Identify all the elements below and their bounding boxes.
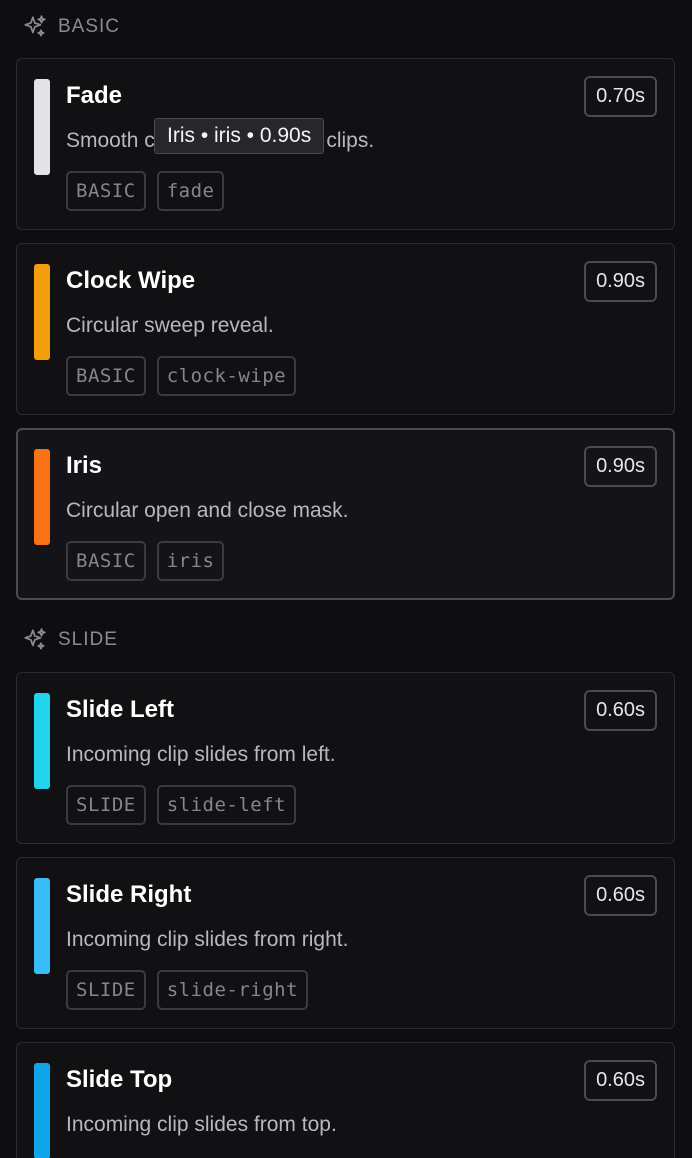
- duration-badge: 0.60s: [584, 1060, 657, 1101]
- duration-badge: 0.60s: [584, 690, 657, 731]
- color-swatch: [34, 693, 50, 789]
- duration-badge: 0.90s: [584, 261, 657, 302]
- duration-badge: 0.70s: [584, 76, 657, 117]
- duration-badge: 0.90s: [584, 446, 657, 487]
- card-title: Slide Left: [66, 696, 175, 723]
- color-swatch: [34, 878, 50, 974]
- category-tag: SLIDE: [66, 970, 146, 1010]
- card-title: Clock Wipe: [66, 267, 196, 294]
- category-tag: BASIC: [66, 171, 146, 211]
- section-header-slide: SLIDE: [22, 625, 118, 655]
- tag-list: BASIC fade: [66, 171, 225, 211]
- tag-list: BASIC iris: [66, 541, 225, 581]
- card-title: Slide Top: [66, 1066, 173, 1093]
- section-label: SLIDE: [58, 629, 118, 650]
- transition-card-slide-right[interactable]: Slide Right Incoming clip slides from ri…: [16, 857, 675, 1029]
- transition-card-clock-wipe[interactable]: Clock Wipe Circular sweep reveal. 0.90s …: [16, 243, 675, 415]
- section-header-basic: BASIC: [22, 12, 120, 42]
- sparkles-icon: [22, 14, 48, 40]
- tag-list: BASIC clock-wipe: [66, 356, 297, 396]
- card-title: Iris: [66, 452, 103, 479]
- card-title: Fade: [66, 82, 123, 109]
- sparkles-icon: [22, 627, 48, 653]
- card-description: Incoming clip slides from top.: [66, 1113, 337, 1136]
- color-swatch: [34, 449, 50, 545]
- transitions-panel: BASIC Fade Smooth crossfade between clip…: [0, 0, 692, 1158]
- id-tag: slide-right: [156, 970, 309, 1010]
- transition-card-slide-top[interactable]: Slide Top Incoming clip slides from top.…: [16, 1042, 675, 1158]
- tag-list: SLIDE slide-right: [66, 970, 309, 1010]
- transition-card-iris[interactable]: Iris Circular open and close mask. 0.90s…: [16, 428, 675, 600]
- id-tag: clock-wipe: [156, 356, 297, 396]
- card-title: Slide Right: [66, 881, 192, 908]
- hover-tooltip: Iris • iris • 0.90s: [154, 118, 325, 154]
- transition-card-slide-left[interactable]: Slide Left Incoming clip slides from lef…: [16, 672, 675, 844]
- card-description: Incoming clip slides from left.: [66, 743, 336, 766]
- color-swatch: [34, 79, 50, 175]
- card-description: Circular open and close mask.: [66, 499, 349, 522]
- card-description: Circular sweep reveal.: [66, 314, 274, 337]
- section-label: BASIC: [58, 16, 121, 37]
- id-tag: slide-left: [156, 785, 297, 825]
- transition-card-fade[interactable]: Fade Smooth crossfade between clips. 0.7…: [16, 58, 675, 230]
- color-swatch: [34, 1063, 50, 1158]
- category-tag: BASIC: [66, 356, 146, 396]
- tag-list: SLIDE slide-left: [66, 785, 297, 825]
- category-tag: BASIC: [66, 541, 146, 581]
- duration-badge: 0.60s: [584, 875, 657, 916]
- id-tag: iris: [156, 541, 225, 581]
- color-swatch: [34, 264, 50, 360]
- category-tag: SLIDE: [66, 785, 146, 825]
- card-description: Incoming clip slides from right.: [66, 928, 349, 951]
- id-tag: fade: [156, 171, 225, 211]
